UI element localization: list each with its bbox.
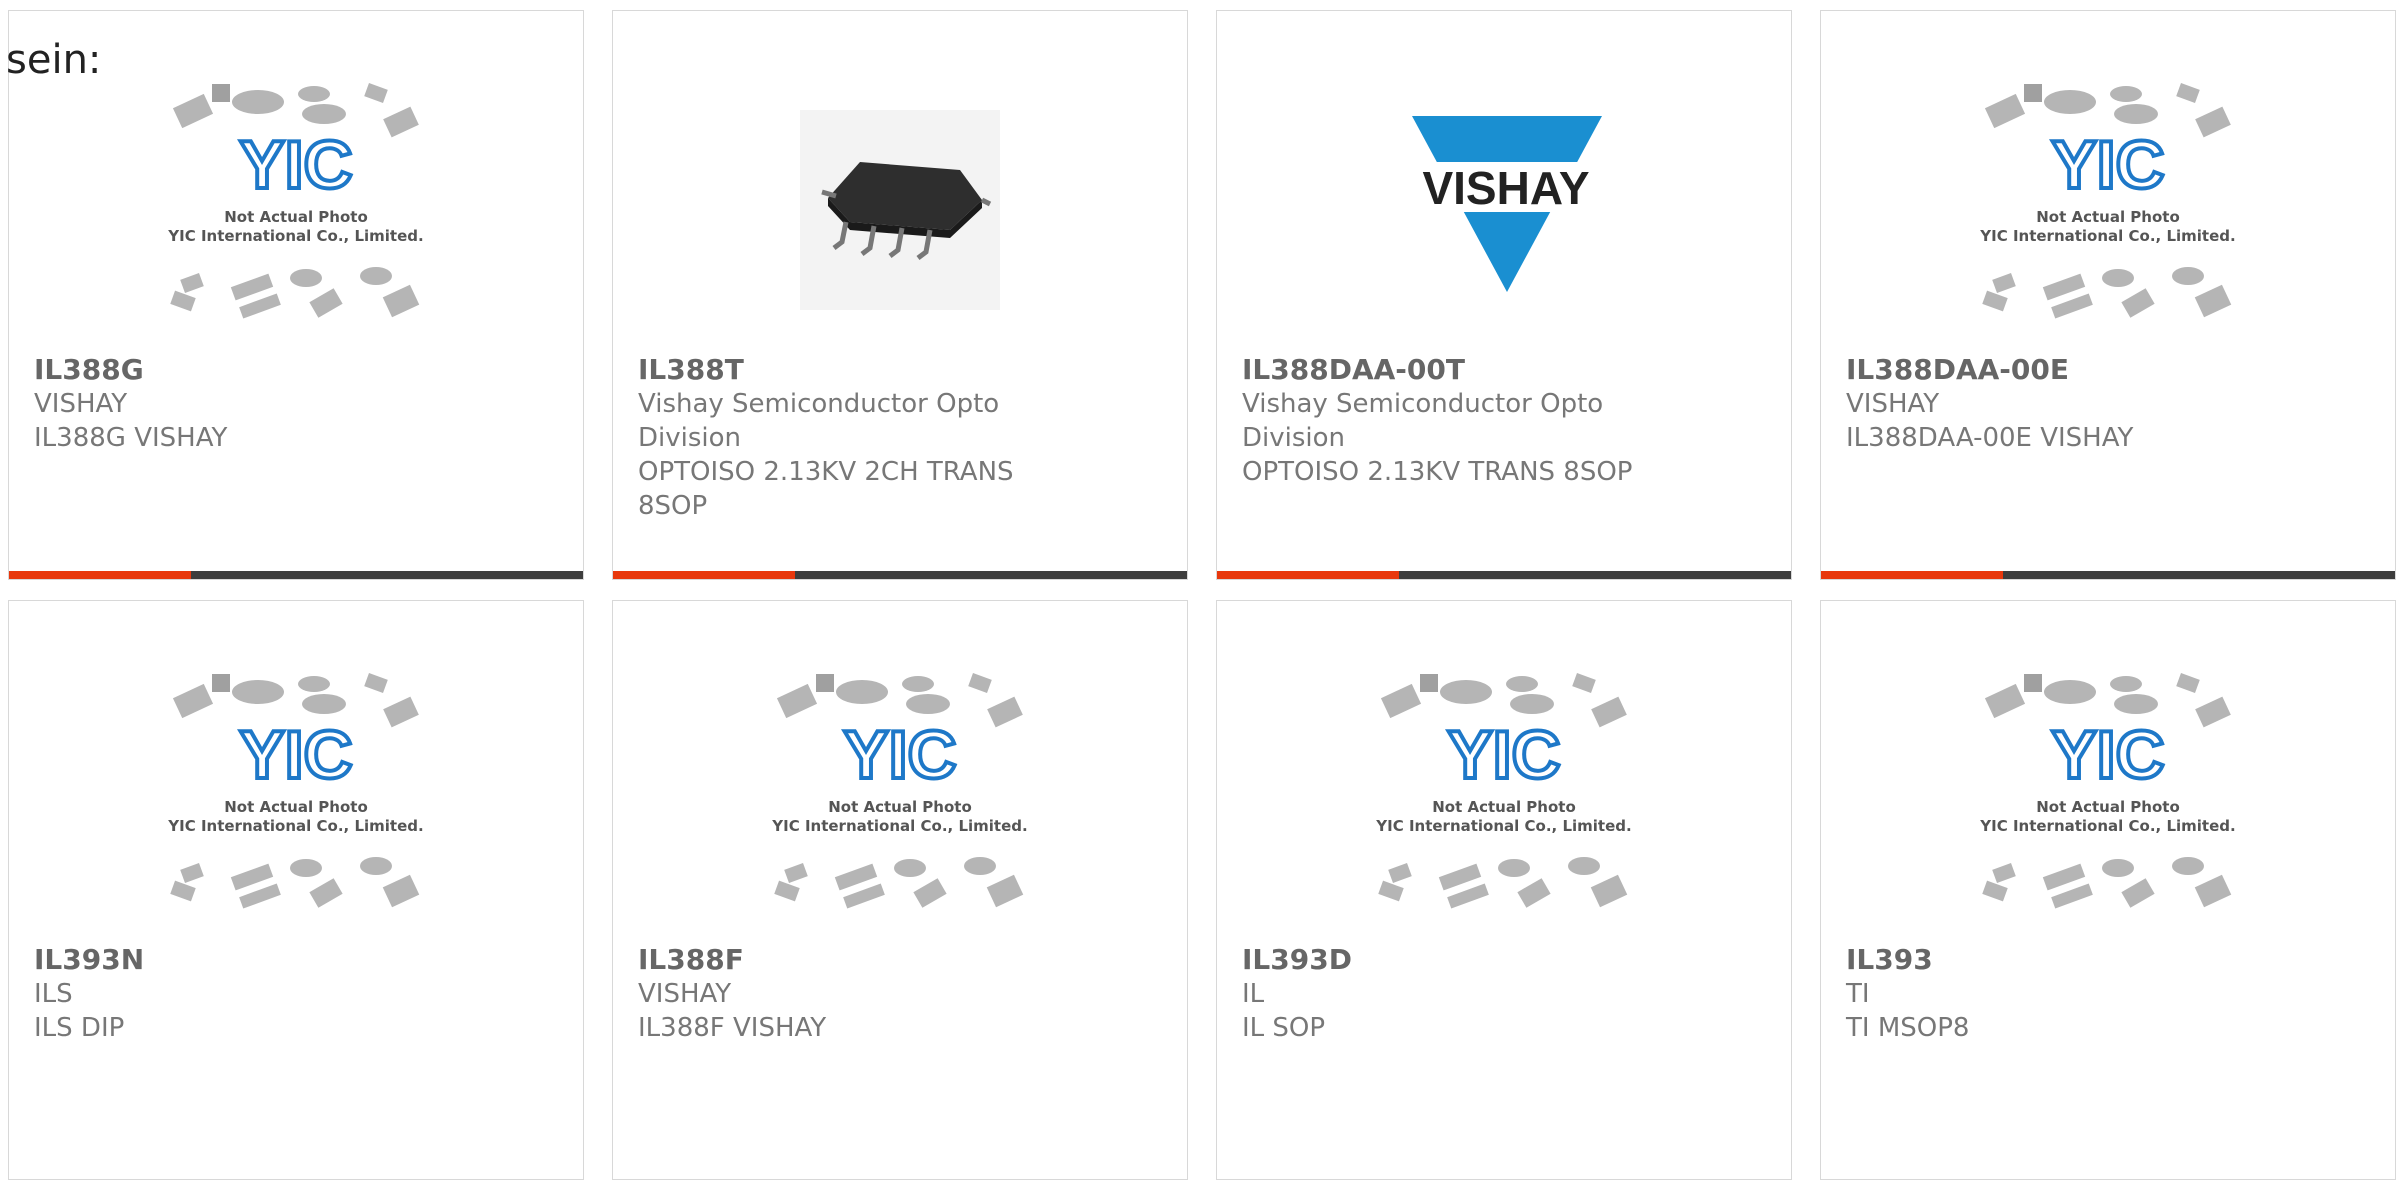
yic-logo: YIC	[239, 127, 352, 203]
yic-logo: YIC	[2051, 717, 2164, 793]
product-image[interactable]: YIC Not Actual Photo YIC International C…	[9, 645, 583, 945]
placeholder-caption-line1: Not Actual Photo	[828, 798, 972, 816]
description-line: Division	[638, 423, 742, 453]
product-image[interactable]	[613, 55, 1187, 355]
part-number[interactable]: IL388DAA-00E	[1846, 353, 2370, 387]
part-number[interactable]: IL388DAA-00T	[1242, 353, 1766, 387]
product-image[interactable]: YIC Not Actual Photo YIC International C…	[9, 55, 583, 355]
vishay-logo: VISHAY	[1404, 110, 1606, 310]
manufacturer: VISHAY	[638, 979, 732, 1009]
product-card[interactable]: YIC Not Actual Photo YIC International C…	[612, 600, 1188, 1180]
placeholder-caption-line1: Not Actual Photo	[2036, 798, 2180, 816]
card-bar	[9, 571, 583, 579]
manufacturer: Vishay Semiconductor Opto	[638, 389, 1000, 419]
placeholder-caption-line2: YIC International Co., Limited.	[1375, 817, 1631, 835]
product-card[interactable]: IL388T Vishay Semiconductor Opto Divisio…	[612, 10, 1188, 580]
placeholder-caption-line1: Not Actual Photo	[224, 798, 368, 816]
product-card[interactable]: YIC Not Actual Photo YIC International C…	[8, 10, 584, 580]
description-line: OPTOISO 2.13KV TRANS 8SOP	[1242, 457, 1633, 487]
placeholder-caption-line1: Not Actual Photo	[2036, 208, 2180, 226]
card-bar	[613, 571, 1187, 579]
intro-text: sein:	[6, 37, 102, 83]
placeholder-caption-line2: YIC International Co., Limited.	[1979, 817, 2235, 835]
product-image[interactable]: YIC Not Actual Photo YIC International C…	[613, 645, 1187, 945]
product-image[interactable]: VISHAY	[1217, 55, 1791, 355]
description-line: IL SOP	[1242, 1013, 1326, 1043]
manufacturer: VISHAY	[34, 389, 128, 419]
product-image[interactable]: YIC Not Actual Photo YIC International C…	[1821, 645, 2395, 945]
description-line: TI MSOP8	[1846, 1013, 1970, 1043]
product-card[interactable]: YIC Not Actual Photo YIC International C…	[1820, 600, 2396, 1180]
manufacturer: IL	[1242, 979, 1265, 1009]
description-line: Division	[1242, 423, 1346, 453]
product-card[interactable]: YIC Not Actual Photo YIC International C…	[1820, 10, 2396, 580]
not-actual-photo-placeholder: YIC Not Actual Photo YIC International C…	[1979, 83, 2236, 319]
not-actual-photo-placeholder: YIC Not Actual Photo YIC International C…	[167, 673, 424, 909]
not-actual-photo-placeholder: YIC Not Actual Photo YIC International C…	[167, 83, 424, 319]
placeholder-caption-line1: Not Actual Photo	[1432, 798, 1576, 816]
yic-logo: YIC	[2051, 127, 2164, 203]
placeholder-caption-line2: YIC International Co., Limited.	[167, 817, 423, 835]
manufacturer: Vishay Semiconductor Opto	[1242, 389, 1604, 419]
card-bar-accent	[613, 571, 795, 579]
card-bar-accent	[9, 571, 191, 579]
part-number[interactable]: IL388T	[638, 353, 1162, 387]
manufacturer: TI	[1846, 979, 1870, 1009]
yic-logo: YIC	[239, 717, 352, 793]
description-line: IL388DAA-00E VISHAY	[1846, 423, 2134, 453]
part-number[interactable]: IL393N	[34, 943, 558, 977]
placeholder-caption-line2: YIC International Co., Limited.	[771, 817, 1027, 835]
part-number[interactable]: IL393	[1846, 943, 2370, 977]
part-number[interactable]: IL388F	[638, 943, 1162, 977]
yic-logo: YIC	[843, 717, 956, 793]
card-bar	[1217, 571, 1791, 579]
product-image[interactable]: YIC Not Actual Photo YIC International C…	[1217, 645, 1791, 945]
description-line: IL388G VISHAY	[34, 423, 228, 453]
yic-logo: YIC	[1447, 717, 1560, 793]
not-actual-photo-placeholder: YIC Not Actual Photo YIC International C…	[771, 673, 1028, 909]
not-actual-photo-placeholder: YIC Not Actual Photo YIC International C…	[1979, 673, 2236, 909]
placeholder-caption-line2: YIC International Co., Limited.	[1979, 227, 2235, 245]
chip-photo	[800, 110, 1000, 310]
description-line: ILS DIP	[34, 1013, 125, 1043]
placeholder-caption-line2: YIC International Co., Limited.	[167, 227, 423, 245]
product-image[interactable]: YIC Not Actual Photo YIC International C…	[1821, 55, 2395, 355]
card-bar-accent	[1217, 571, 1399, 579]
product-card[interactable]: VISHAY IL388DAA-00T Vishay Semiconductor…	[1216, 10, 1792, 580]
placeholder-caption-line1: Not Actual Photo	[224, 208, 368, 226]
product-card[interactable]: YIC Not Actual Photo YIC International C…	[8, 600, 584, 1180]
manufacturer: VISHAY	[1846, 389, 1940, 419]
card-bar	[1821, 571, 2395, 579]
description-line: 8SOP	[638, 491, 708, 521]
product-card[interactable]: YIC Not Actual Photo YIC International C…	[1216, 600, 1792, 1180]
description-line: OPTOISO 2.13KV 2CH TRANS	[638, 457, 1014, 487]
description-line: IL388F VISHAY	[638, 1013, 827, 1043]
card-bar-accent	[1821, 571, 2003, 579]
manufacturer: ILS	[34, 979, 73, 1009]
not-actual-photo-placeholder: YIC Not Actual Photo YIC International C…	[1375, 673, 1632, 909]
part-number[interactable]: IL393D	[1242, 943, 1766, 977]
vishay-logo-text: VISHAY	[1422, 162, 1589, 214]
part-number[interactable]: IL388G	[34, 353, 558, 387]
